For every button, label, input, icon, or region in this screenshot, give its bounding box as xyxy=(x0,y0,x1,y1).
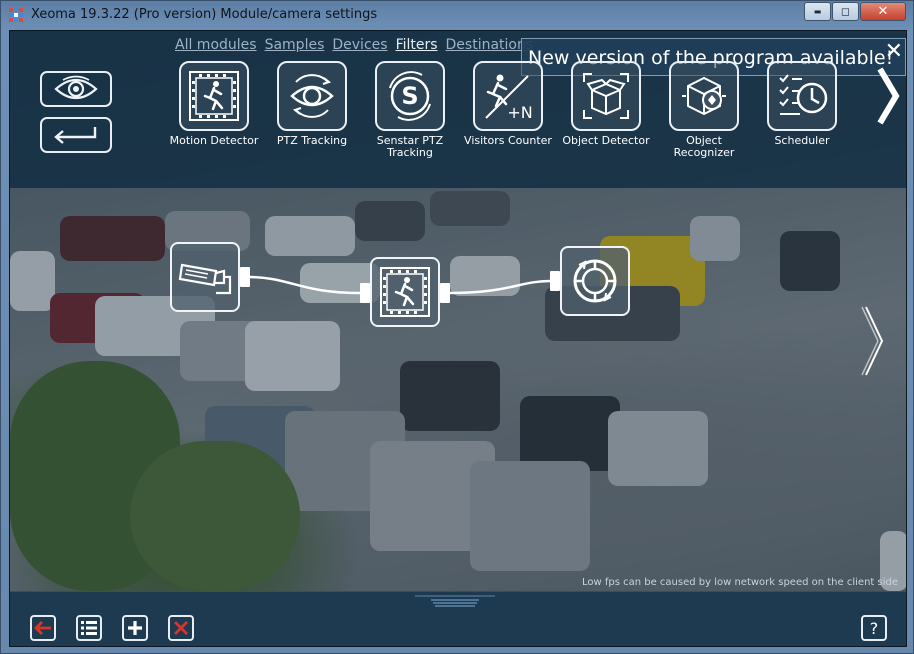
add-button[interactable] xyxy=(122,615,148,641)
help-icon: ? xyxy=(870,619,879,638)
title-bar: Xeoma 19.3.22 (Pro version) Module/camer… xyxy=(1,1,913,29)
connector-plug[interactable] xyxy=(360,283,370,303)
chain-connectors xyxy=(247,275,551,295)
camera-icon xyxy=(178,263,232,295)
bottom-toolbar: ? xyxy=(10,591,906,646)
minimize-button[interactable]: ▬ xyxy=(804,2,831,21)
status-message: Low fps can be caused by low network spe… xyxy=(581,577,898,588)
chain-node-motion-detector[interactable] xyxy=(370,257,440,327)
connector-plug[interactable] xyxy=(240,267,250,287)
window-title: Xeoma 19.3.22 (Pro version) Module/camer… xyxy=(31,7,378,22)
maximize-button[interactable]: ◻ xyxy=(832,2,859,21)
svg-text:?: ? xyxy=(870,619,879,638)
chain-node-camera[interactable] xyxy=(170,242,240,312)
delete-button[interactable] xyxy=(168,615,194,641)
back-icon xyxy=(34,621,51,635)
connector-plug[interactable] xyxy=(550,271,560,291)
close-window-button[interactable]: ✕ xyxy=(860,2,906,21)
xeoma-app-icon xyxy=(9,8,23,22)
list-button[interactable] xyxy=(76,615,102,641)
scene-scroll-right[interactable] xyxy=(860,301,890,385)
help-button[interactable]: ? xyxy=(861,615,887,641)
main-area: All modules Samples Devices Filters Dest… xyxy=(9,30,907,647)
minimize-icon: ▬ xyxy=(813,7,822,16)
chevron-right-icon xyxy=(861,306,884,376)
plus-icon xyxy=(128,621,142,635)
connector-plug[interactable] xyxy=(440,283,450,303)
chain-node-preview-archive[interactable] xyxy=(560,246,630,316)
panel-grip-icon[interactable] xyxy=(415,594,495,608)
preview-archive-icon xyxy=(573,259,617,303)
back-button[interactable] xyxy=(30,615,56,641)
close-icon: ✕ xyxy=(877,4,889,19)
motion-detector-icon xyxy=(380,267,430,317)
list-icon xyxy=(81,621,97,635)
delete-icon xyxy=(174,621,188,635)
application-window: Xeoma 19.3.22 (Pro version) Module/camer… xyxy=(0,0,914,654)
maximize-icon: ◻ xyxy=(840,5,851,18)
